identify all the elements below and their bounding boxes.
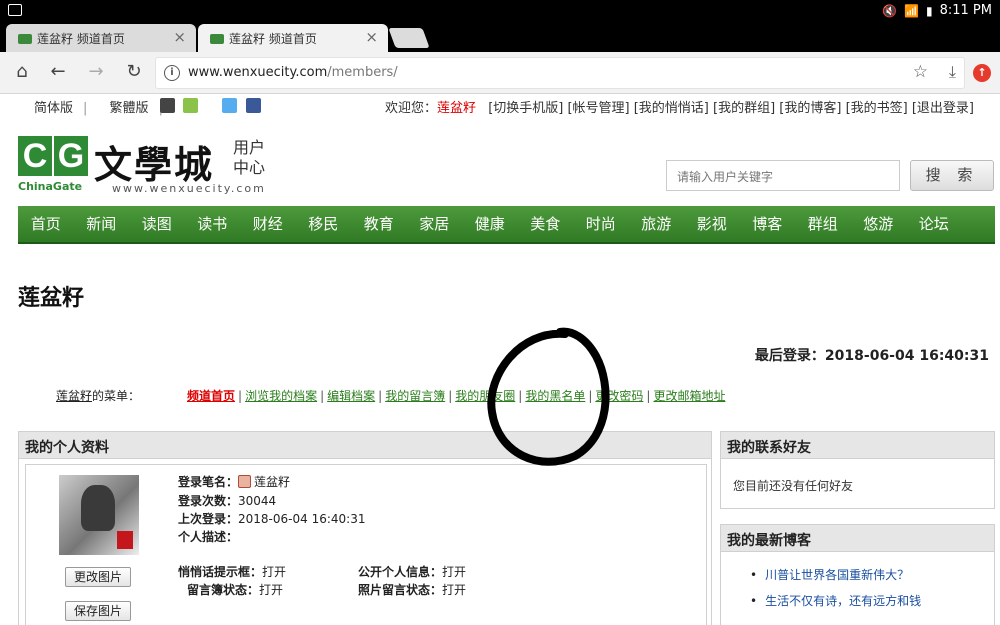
new-tab-button[interactable]: [388, 28, 430, 48]
member-links: 频道首页 | 浏览我的档案 | 编辑档案 | 我的留言簿 | 我的朋友圈 | 我的黑名单 | 更改密码 |…: [187, 389, 726, 403]
favicon-icon: [210, 34, 224, 44]
info-icon[interactable]: i: [164, 65, 180, 81]
url-bar[interactable]: i www.wenxuecity.com/members/ ☆ ⤓: [155, 57, 965, 89]
menu-item[interactable]: 财经: [240, 206, 296, 244]
menu-item[interactable]: 论坛: [906, 206, 962, 244]
last-login: 最后登录：2018-06-04 16:40:31: [754, 348, 989, 364]
blog-item[interactable]: 生活不仅有诗，还有远方和钱: [750, 592, 921, 618]
member-link[interactable]: 频道首页: [187, 389, 235, 403]
profile-header: 我的个人资料: [18, 431, 712, 459]
forward-icon[interactable]: →: [84, 61, 108, 85]
traditional-link[interactable]: 繁體版: [110, 101, 149, 116]
blog-list: 川普让世界各国重新伟大？生活不仅有诗，还有远方和钱: [750, 566, 921, 618]
friends-panel: 我的联系好友: [720, 431, 995, 509]
user-link[interactable]: 莲盆籽: [437, 101, 476, 116]
member-menu-label: 莲盆籽的菜单：: [56, 389, 141, 403]
menu-item[interactable]: 博客: [740, 206, 796, 244]
tab-title: 莲盆籽 频道首页: [229, 32, 317, 46]
member-link[interactable]: 我的朋友圈: [455, 389, 515, 403]
menu-item[interactable]: 旅游: [629, 206, 685, 244]
change-photo-button[interactable]: 更改图片: [65, 567, 131, 587]
close-icon[interactable]: ×: [365, 28, 378, 46]
android-icon[interactable]: [183, 98, 198, 113]
wifi-icon: 📶: [904, 3, 919, 18]
clock: 8:11 PM: [939, 3, 992, 18]
public-info-row: 公开个人信息：打开: [358, 565, 467, 579]
menu-item[interactable]: 移民: [296, 206, 352, 244]
menu-item[interactable]: 影视: [684, 206, 740, 244]
reload-icon[interactable]: ↻: [122, 61, 146, 85]
battery-icon: ▮: [926, 3, 933, 18]
friends-header: 我的联系好友: [720, 431, 995, 459]
friends-empty: 您目前还没有任何好友: [733, 479, 854, 493]
save-photo-button[interactable]: 保存图片: [65, 601, 131, 621]
member-link[interactable]: 我的留言簿: [385, 389, 445, 403]
account-links[interactable]: [切换手机版] [帐号管理] [我的悄悄话] [我的群组] [我的博客] [我的…: [488, 101, 974, 116]
status-bar: 🔇 📶 ▮ 8:11 PM: [0, 0, 1000, 22]
menu-item[interactable]: 读图: [129, 206, 185, 244]
menu-item[interactable]: 首页: [18, 206, 74, 244]
url-text[interactable]: www.wenxuecity.com/members/: [188, 65, 398, 80]
menu-item[interactable]: 新闻: [74, 206, 130, 244]
profile-panel: 我的个人资料 更改图片 保存图片 登录笔名： 莲盆籽 登录次数：30044 上次登…: [18, 431, 712, 625]
close-icon[interactable]: ×: [173, 28, 186, 46]
member-link[interactable]: 更改密码: [595, 389, 643, 403]
search-input[interactable]: 请输入用户关键字: [666, 160, 900, 191]
twitter-icon[interactable]: [222, 98, 237, 113]
member-link[interactable]: 我的黑名单: [525, 389, 585, 403]
menu-item[interactable]: 群组: [795, 206, 851, 244]
mute-icon: 🔇: [882, 3, 898, 18]
browser-tab-2[interactable]: 莲盆籽 频道首页 ×: [198, 24, 388, 52]
avatar-icon: [238, 475, 252, 488]
menu-item[interactable]: 教育: [351, 206, 407, 244]
blog-item[interactable]: 川普让世界各国重新伟大？: [750, 566, 921, 592]
desc-row: 个人描述：: [178, 530, 239, 544]
tab-title: 莲盆籽 频道首页: [37, 32, 125, 46]
menu-item[interactable]: 时尚: [573, 206, 629, 244]
login-count-row: 登录次数：30044: [178, 494, 277, 508]
welcome-bar: 欢迎您：莲盆籽 [切换手机版] [帐号管理] [我的悄悄话] [我的群组] [我…: [385, 101, 974, 116]
favicon-icon: [18, 34, 32, 44]
browser-tab-1[interactable]: 莲盆籽 频道首页 ×: [6, 24, 196, 52]
apple-icon[interactable]: [160, 98, 175, 113]
blog-header: 我的最新博客: [720, 524, 995, 552]
site-logo[interactable]: C G ChinaGate 文學城 www.wenxuecity.com 用户中…: [18, 134, 278, 195]
photo-msg-row: 照片留言状态：打开: [358, 583, 467, 597]
tab-strip: 莲盆籽 频道首页 × 莲盆籽 频道首页 ×: [0, 22, 1000, 52]
profile-photo: [59, 475, 139, 555]
menu-item[interactable]: 读书: [185, 206, 241, 244]
member-link[interactable]: 浏览我的档案: [245, 389, 317, 403]
top-nav: 简体版| 繁體版| 欢迎您：莲盆籽 [切换手机版] [帐号管理] [我的悄悄话]…: [0, 94, 1000, 118]
menu-item[interactable]: 悠游: [851, 206, 907, 244]
address-toolbar: ⌂ ← → ↻ i www.wenxuecity.com/members/ ☆ …: [0, 52, 1000, 94]
whisper-row: 悄悄话提示框：打开: [178, 565, 287, 579]
menu-item[interactable]: 家居: [407, 206, 463, 244]
guestbook-row: 留言簿状态：打开: [187, 583, 284, 597]
back-icon[interactable]: ←: [46, 61, 70, 85]
download-icon[interactable]: ⤓: [949, 62, 956, 82]
screenshot-icon: [8, 4, 22, 16]
member-link[interactable]: 编辑档案: [327, 389, 375, 403]
last-login-row: 上次登录：2018-06-04 16:40:31: [178, 512, 366, 526]
home-icon[interactable]: ⌂: [10, 61, 34, 85]
menu-item[interactable]: 美食: [518, 206, 574, 244]
web-page: 简体版| 繁體版| 欢迎您：莲盆籽 [切换手机版] [帐号管理] [我的悄悄话]…: [0, 94, 1000, 625]
penname-row: 登录笔名： 莲盆籽: [178, 475, 291, 489]
simplified-link[interactable]: 简体版: [34, 101, 73, 116]
update-icon[interactable]: ↑: [973, 64, 991, 82]
page-title: 莲盆籽: [18, 286, 85, 311]
facebook-icon[interactable]: [246, 98, 261, 113]
member-link[interactable]: 更改邮箱地址: [653, 389, 725, 403]
search-button[interactable]: 搜 索: [910, 160, 994, 191]
menu-item[interactable]: 健康: [462, 206, 518, 244]
main-menu: 首页 新闻 读图 读书 财经 移民 教育 家居 健康 美食 时尚 旅游 影视 博客 群组 悠游 论坛: [18, 206, 995, 244]
bookmark-star-icon[interactable]: ☆: [913, 62, 928, 82]
